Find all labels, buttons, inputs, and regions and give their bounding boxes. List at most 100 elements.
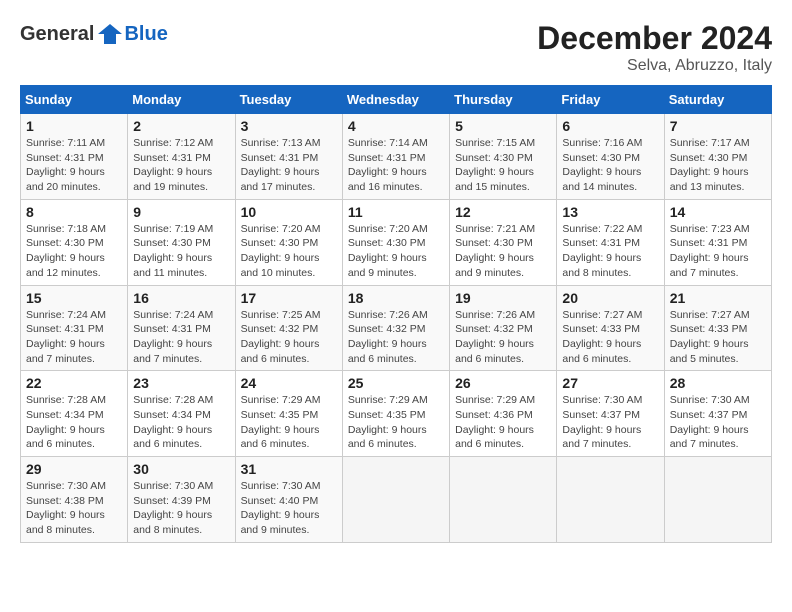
day-number: 26 <box>455 375 551 391</box>
logo-general-text: General <box>20 23 94 46</box>
title-block: December 2024 Selva, Abruzzo, Italy <box>537 20 772 75</box>
day-info: Sunrise: 7:22 AM Sunset: 4:31 PM Dayligh… <box>562 222 658 281</box>
weekday-header: Sunday <box>21 86 128 114</box>
calendar-cell: 6 Sunrise: 7:16 AM Sunset: 4:30 PM Daylig… <box>557 114 664 200</box>
weekday-header: Thursday <box>450 86 557 114</box>
day-number: 24 <box>241 375 337 391</box>
calendar-cell: 13Sunrise: 7:22 AM Sunset: 4:31 PM Dayli… <box>557 199 664 285</box>
calendar-cell: 22 Sunrise: 7:28 AM Sunset: 4:34 PM Dayli… <box>21 371 128 457</box>
calendar-cell <box>342 457 449 543</box>
day-number: 23 <box>133 375 229 391</box>
day-info: Sunrise: 7:30 AM Sunset: 4:37 PM Dayligh… <box>562 393 658 452</box>
calendar-cell: 21Sunrise: 7:27 AM Sunset: 4:33 PM Dayli… <box>664 285 771 371</box>
day-number: 28 <box>670 375 766 391</box>
day-number: 20 <box>562 290 658 306</box>
logo-icon <box>96 20 124 48</box>
page-header: General Blue December 2024 Selva, Abruzz… <box>20 20 772 75</box>
day-info: Sunrise: 7:24 AM Sunset: 4:31 PM Dayligh… <box>26 308 122 367</box>
calendar-cell: 10 Sunrise: 7:20 AM Sunset: 4:30 PM Dayli… <box>235 199 342 285</box>
calendar-cell: 29 Sunrise: 7:30 AM Sunset: 4:38 PM Dayli… <box>21 457 128 543</box>
location: Selva, Abruzzo, Italy <box>537 57 772 75</box>
calendar-cell: 1 Sunrise: 7:11 AM Sunset: 4:31 PM Daylig… <box>21 114 128 200</box>
day-number: 4 <box>348 118 444 134</box>
day-info: Sunrise: 7:23 AM Sunset: 4:31 PM Dayligh… <box>670 222 766 281</box>
calendar-cell: 27Sunrise: 7:30 AM Sunset: 4:37 PM Dayli… <box>557 371 664 457</box>
calendar-week-row: 8Sunrise: 7:18 AM Sunset: 4:30 PM Daylig… <box>21 199 772 285</box>
logo: General Blue <box>20 20 168 48</box>
day-number: 3 <box>241 118 337 134</box>
day-number: 14 <box>670 204 766 220</box>
calendar-cell <box>450 457 557 543</box>
day-info: Sunrise: 7:28 AM Sunset: 4:34 PM Dayligh… <box>26 393 122 452</box>
day-info: Sunrise: 7:26 AM Sunset: 4:32 PM Dayligh… <box>348 308 444 367</box>
day-number: 22 <box>26 375 122 391</box>
day-info: Sunrise: 7:30 AM Sunset: 4:38 PM Dayligh… <box>26 479 122 538</box>
day-number: 29 <box>26 461 122 477</box>
calendar-cell: 20 Sunrise: 7:27 AM Sunset: 4:33 PM Dayli… <box>557 285 664 371</box>
day-number: 1 <box>26 118 122 134</box>
calendar-cell: 12 Sunrise: 7:21 AM Sunset: 4:30 PM Dayli… <box>450 199 557 285</box>
day-number: 5 <box>455 118 551 134</box>
calendar-cell: 3 Sunrise: 7:13 AM Sunset: 4:31 PM Daylig… <box>235 114 342 200</box>
calendar-cell: 24 Sunrise: 7:29 AM Sunset: 4:35 PM Dayli… <box>235 371 342 457</box>
calendar-week-row: 1 Sunrise: 7:11 AM Sunset: 4:31 PM Daylig… <box>21 114 772 200</box>
day-number: 12 <box>455 204 551 220</box>
weekday-header: Monday <box>128 86 235 114</box>
logo-blue-text: Blue <box>124 23 167 46</box>
day-number: 25 <box>348 375 444 391</box>
calendar-cell: 5Sunrise: 7:15 AM Sunset: 4:30 PM Daylig… <box>450 114 557 200</box>
day-number: 7 <box>670 118 766 134</box>
day-info: Sunrise: 7:29 AM Sunset: 4:36 PM Dayligh… <box>455 393 551 452</box>
day-number: 17 <box>241 290 337 306</box>
calendar-cell: 26 Sunrise: 7:29 AM Sunset: 4:36 PM Dayli… <box>450 371 557 457</box>
day-info: Sunrise: 7:16 AM Sunset: 4:30 PM Dayligh… <box>562 136 658 195</box>
day-info: Sunrise: 7:29 AM Sunset: 4:35 PM Dayligh… <box>348 393 444 452</box>
day-info: Sunrise: 7:26 AM Sunset: 4:32 PM Dayligh… <box>455 308 551 367</box>
day-info: Sunrise: 7:17 AM Sunset: 4:30 PM Dayligh… <box>670 136 766 195</box>
weekday-header: Friday <box>557 86 664 114</box>
calendar-table: SundayMondayTuesdayWednesdayThursdayFrid… <box>20 85 772 543</box>
calendar-cell: 14 Sunrise: 7:23 AM Sunset: 4:31 PM Dayli… <box>664 199 771 285</box>
day-info: Sunrise: 7:13 AM Sunset: 4:31 PM Dayligh… <box>241 136 337 195</box>
day-info: Sunrise: 7:30 AM Sunset: 4:40 PM Dayligh… <box>241 479 337 538</box>
day-info: Sunrise: 7:30 AM Sunset: 4:37 PM Dayligh… <box>670 393 766 452</box>
calendar-cell: 31Sunrise: 7:30 AM Sunset: 4:40 PM Dayli… <box>235 457 342 543</box>
weekday-header: Wednesday <box>342 86 449 114</box>
calendar-cell: 28 Sunrise: 7:30 AM Sunset: 4:37 PM Dayli… <box>664 371 771 457</box>
day-info: Sunrise: 7:24 AM Sunset: 4:31 PM Dayligh… <box>133 308 229 367</box>
day-info: Sunrise: 7:14 AM Sunset: 4:31 PM Dayligh… <box>348 136 444 195</box>
calendar-cell: 15 Sunrise: 7:24 AM Sunset: 4:31 PM Dayli… <box>21 285 128 371</box>
calendar-cell: 4 Sunrise: 7:14 AM Sunset: 4:31 PM Daylig… <box>342 114 449 200</box>
calendar-cell: 7 Sunrise: 7:17 AM Sunset: 4:30 PM Daylig… <box>664 114 771 200</box>
weekday-header-row: SundayMondayTuesdayWednesdayThursdayFrid… <box>21 86 772 114</box>
calendar-cell: 25 Sunrise: 7:29 AM Sunset: 4:35 PM Dayli… <box>342 371 449 457</box>
calendar-week-row: 15 Sunrise: 7:24 AM Sunset: 4:31 PM Dayli… <box>21 285 772 371</box>
month-title: December 2024 <box>537 20 772 57</box>
day-number: 9 <box>133 204 229 220</box>
day-number: 10 <box>241 204 337 220</box>
day-number: 30 <box>133 461 229 477</box>
day-info: Sunrise: 7:21 AM Sunset: 4:30 PM Dayligh… <box>455 222 551 281</box>
calendar-cell: 9 Sunrise: 7:19 AM Sunset: 4:30 PM Daylig… <box>128 199 235 285</box>
calendar-cell <box>557 457 664 543</box>
calendar-cell <box>664 457 771 543</box>
day-number: 6 <box>562 118 658 134</box>
day-info: Sunrise: 7:11 AM Sunset: 4:31 PM Dayligh… <box>26 136 122 195</box>
day-info: Sunrise: 7:19 AM Sunset: 4:30 PM Dayligh… <box>133 222 229 281</box>
day-number: 15 <box>26 290 122 306</box>
day-number: 8 <box>26 204 122 220</box>
weekday-header: Tuesday <box>235 86 342 114</box>
day-info: Sunrise: 7:30 AM Sunset: 4:39 PM Dayligh… <box>133 479 229 538</box>
calendar-cell: 19Sunrise: 7:26 AM Sunset: 4:32 PM Dayli… <box>450 285 557 371</box>
calendar-cell: 16Sunrise: 7:24 AM Sunset: 4:31 PM Dayli… <box>128 285 235 371</box>
day-info: Sunrise: 7:25 AM Sunset: 4:32 PM Dayligh… <box>241 308 337 367</box>
day-info: Sunrise: 7:29 AM Sunset: 4:35 PM Dayligh… <box>241 393 337 452</box>
calendar-week-row: 29 Sunrise: 7:30 AM Sunset: 4:38 PM Dayli… <box>21 457 772 543</box>
day-info: Sunrise: 7:20 AM Sunset: 4:30 PM Dayligh… <box>241 222 337 281</box>
calendar-cell: 23Sunrise: 7:28 AM Sunset: 4:34 PM Dayli… <box>128 371 235 457</box>
calendar-cell: 17 Sunrise: 7:25 AM Sunset: 4:32 PM Dayli… <box>235 285 342 371</box>
day-info: Sunrise: 7:12 AM Sunset: 4:31 PM Dayligh… <box>133 136 229 195</box>
day-info: Sunrise: 7:27 AM Sunset: 4:33 PM Dayligh… <box>562 308 658 367</box>
day-info: Sunrise: 7:27 AM Sunset: 4:33 PM Dayligh… <box>670 308 766 367</box>
calendar-cell: 11Sunrise: 7:20 AM Sunset: 4:30 PM Dayli… <box>342 199 449 285</box>
